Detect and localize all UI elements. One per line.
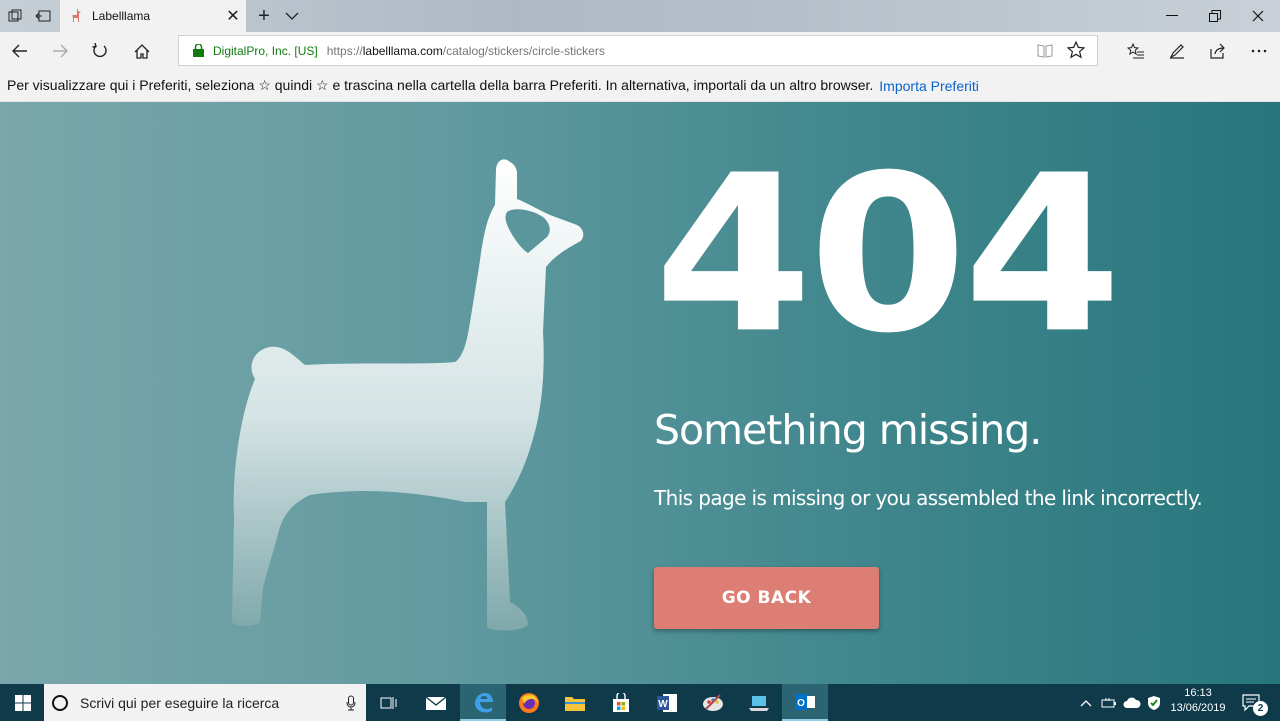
windows-start-icon[interactable] [0, 684, 46, 721]
share-icon[interactable] [1198, 32, 1238, 70]
favorites-bar: Per visualizzare qui i Preferiti, selezi… [0, 70, 1280, 102]
action-center-icon[interactable]: 2 [1236, 684, 1268, 721]
llama-illustration [232, 159, 584, 631]
tab-list-chevron-icon[interactable] [280, 0, 304, 32]
reading-view-icon[interactable] [1037, 43, 1053, 59]
llama-favicon-icon [68, 8, 84, 24]
set-aside-tabs-icon[interactable] [28, 0, 58, 32]
home-icon[interactable] [122, 32, 162, 70]
cloud-sync-icon[interactable] [1121, 684, 1143, 721]
clock-date: 13/06/2019 [1170, 702, 1226, 714]
search-placeholder: Scrivi qui per eseguire la ricerca [80, 694, 280, 711]
svg-text:O: O [797, 698, 805, 709]
url-text[interactable]: https://labelllama.com/catalog/stickers/… [327, 44, 605, 58]
restore-icon[interactable] [1195, 0, 1235, 32]
task-view-icon[interactable] [366, 684, 412, 721]
close-window-icon[interactable] [1238, 0, 1278, 32]
windows-taskbar: Scrivi qui per eseguire la ricerca W O 1… [0, 684, 1280, 721]
paint-icon[interactable] [690, 684, 736, 721]
taskbar-clock[interactable]: 16:13 13/06/2019 [1166, 686, 1230, 720]
pen-notes-icon[interactable] [1157, 32, 1197, 70]
favorites-hub-icon[interactable] [1116, 32, 1156, 70]
favorites-bar-message: Per visualizzare qui i Preferiti, selezi… [7, 77, 874, 93]
store-icon[interactable] [598, 684, 644, 721]
go-back-button[interactable]: GO BACK [654, 567, 879, 629]
show-hidden-icons-chevron-icon[interactable] [1076, 684, 1096, 721]
battery-plug-icon[interactable] [1098, 684, 1120, 721]
forward-arrow-icon[interactable] [40, 32, 80, 70]
svg-text:W: W [658, 699, 668, 710]
refresh-icon[interactable] [80, 32, 120, 70]
browser-nav-bar: DigitalPro, Inc. [US] https://labelllama… [0, 32, 1280, 70]
import-favorites-link[interactable]: Importa Preferiti [879, 78, 979, 94]
firefox-icon[interactable] [506, 684, 552, 721]
clock-time: 16:13 [1184, 687, 1212, 699]
file-explorer-icon[interactable] [552, 684, 598, 721]
error-message: This page is missing or you assembled th… [654, 486, 1203, 510]
security-shield-icon[interactable] [1144, 684, 1164, 721]
back-arrow-icon[interactable] [0, 32, 40, 70]
cortana-icon [52, 694, 68, 711]
tab-title: Labelllama [92, 9, 151, 23]
minimize-icon[interactable] [1152, 0, 1192, 32]
more-options-icon[interactable] [1239, 32, 1279, 70]
browser-tab-strip: Labelllama ✕ + [0, 0, 1280, 32]
tab-labelllama[interactable]: Labelllama ✕ [60, 0, 246, 32]
microphone-icon[interactable] [336, 695, 366, 711]
lock-icon [193, 44, 205, 58]
error-headline: Something missing. [654, 406, 1042, 454]
taskbar-search-box[interactable]: Scrivi qui per eseguire la ricerca [44, 684, 366, 721]
error-page: 404 Something missing. This page is miss… [0, 102, 1280, 685]
word-icon[interactable]: W [644, 684, 690, 721]
tab-close-icon[interactable]: ✕ [220, 0, 246, 32]
new-tab-button[interactable]: + [252, 0, 276, 32]
certificate-label[interactable]: DigitalPro, Inc. [US] [213, 44, 318, 58]
edge-icon[interactable] [460, 684, 506, 721]
outlook-icon[interactable]: O [782, 684, 828, 721]
mail-icon[interactable] [413, 684, 459, 721]
error-code: 404 [654, 127, 1122, 381]
tab-actions-icon[interactable] [0, 0, 30, 32]
notification-badge: 2 [1253, 701, 1268, 716]
add-favorite-star-icon[interactable] [1066, 40, 1086, 59]
address-bar[interactable]: DigitalPro, Inc. [US] https://labelllama… [178, 35, 1098, 66]
laptop-icon[interactable] [736, 684, 782, 721]
